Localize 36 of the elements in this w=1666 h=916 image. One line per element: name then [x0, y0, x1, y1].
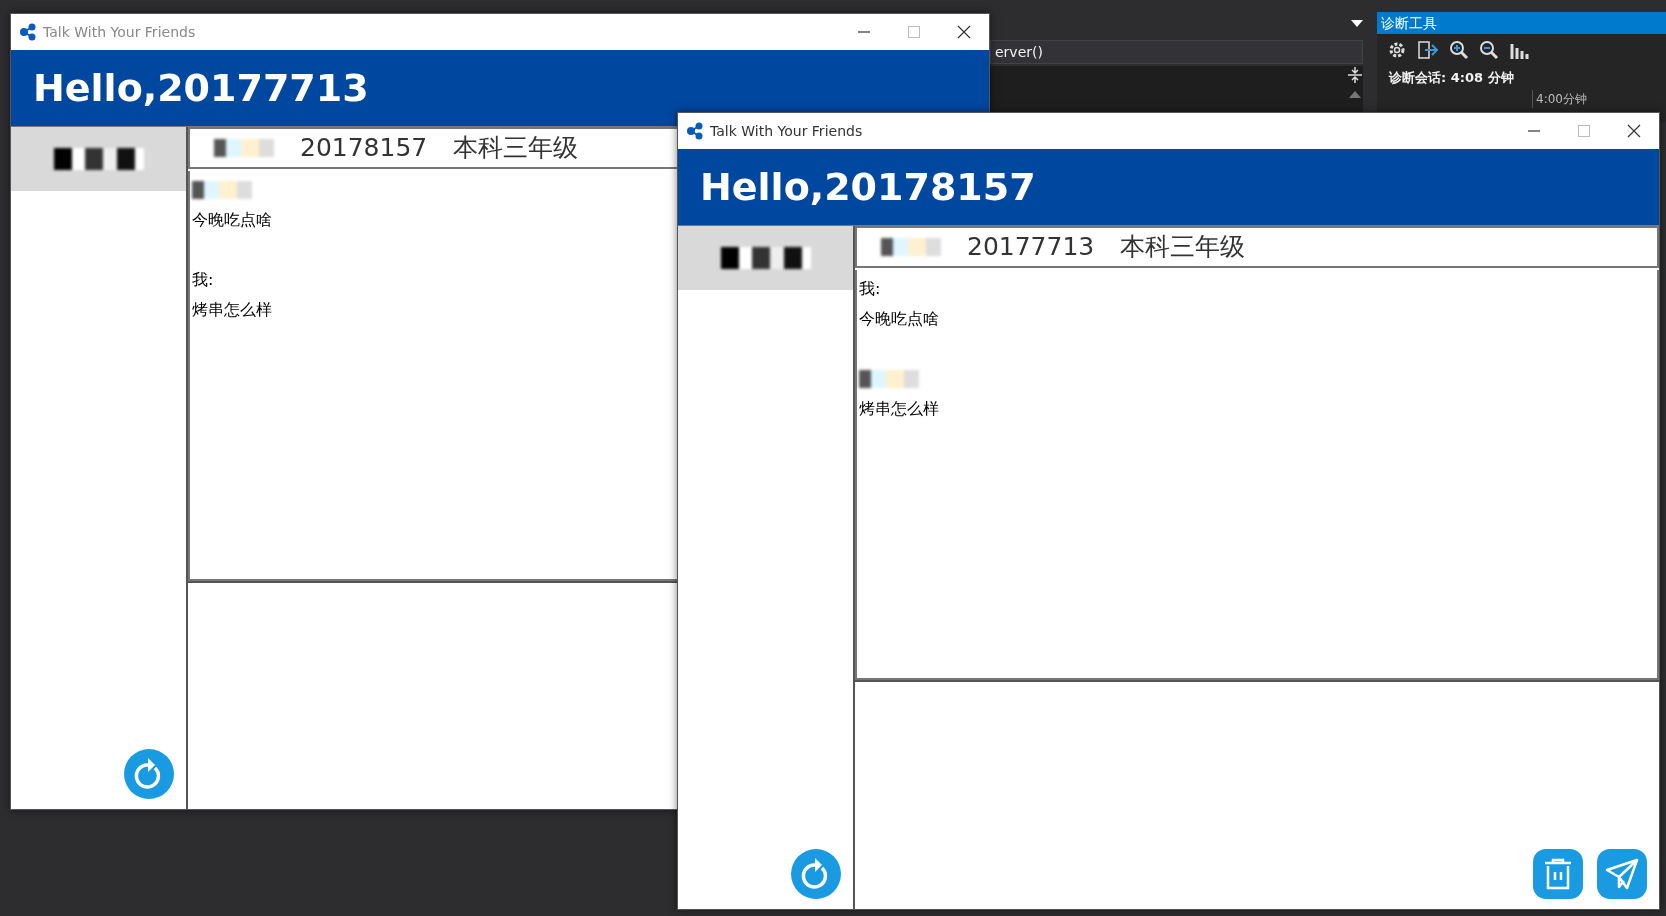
export-icon[interactable] [1417, 40, 1439, 60]
message-text: 烤串怎么样 [859, 398, 939, 420]
close-icon[interactable] [957, 25, 971, 39]
split-editor-icon[interactable] [1346, 66, 1364, 84]
sender-name: 我: [192, 269, 214, 291]
code-member-dropdown[interactable]: erver() [990, 40, 1363, 64]
app-logo-icon [686, 122, 704, 140]
greeting-heading: Hello,20177713 [33, 64, 369, 112]
contact-item[interactable] [678, 226, 853, 290]
window-title: Talk With Your Friends [43, 22, 196, 42]
student-grade: 本科三年级 [1120, 231, 1246, 264]
contact-item[interactable] [11, 127, 186, 191]
panel-title: 诊断工具 [1377, 12, 1666, 34]
trash-icon [1543, 858, 1573, 890]
refresh-button[interactable] [124, 749, 174, 799]
refresh-button[interactable] [791, 849, 841, 899]
close-icon[interactable] [1627, 124, 1641, 138]
message-text: 今晚吃点啥 [192, 209, 272, 231]
timeline-label: 4:00分钟 [1532, 89, 1666, 108]
student-grade: 本科三年级 [453, 132, 579, 165]
dropdown-arrow-icon[interactable] [1350, 18, 1364, 28]
paper-plane-icon [1605, 858, 1639, 890]
message-text: 烤串怎么样 [192, 299, 272, 321]
zoom-in-icon[interactable] [1449, 40, 1469, 60]
settings-icon[interactable] [1387, 40, 1407, 60]
student-id: 20178157 [300, 132, 428, 165]
session-duration: 诊断会话: 4:08 分钟 [1387, 69, 1515, 87]
zoom-out-icon[interactable] [1479, 40, 1499, 60]
app-logo-icon [19, 23, 37, 41]
delete-button[interactable] [1533, 849, 1583, 899]
greeting-heading: Hello,20178157 [700, 163, 1036, 211]
sender-name: 我: [859, 278, 881, 300]
send-button[interactable] [1597, 849, 1647, 899]
student-id: 20177713 [967, 231, 1095, 264]
message-text: 今晚吃点啥 [859, 308, 939, 330]
window-title: Talk With Your Friends [710, 121, 863, 141]
